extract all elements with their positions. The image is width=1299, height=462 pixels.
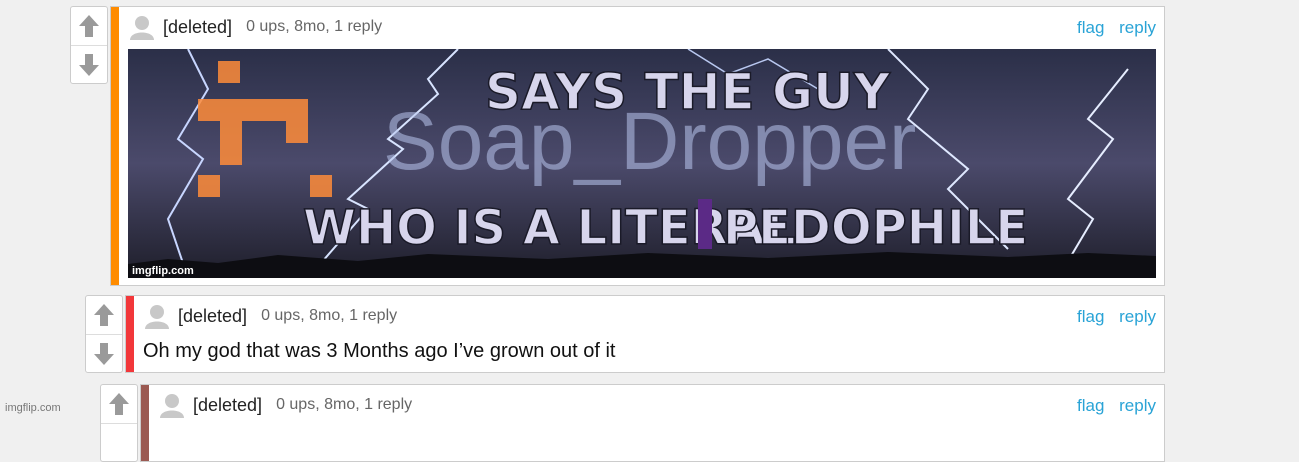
comment-actions: flag reply: [1067, 307, 1156, 327]
purple-figure: [698, 199, 712, 249]
thread-bar: [126, 296, 134, 372]
comment-card: [deleted] 0 ups, 8mo, 1 reply flag reply: [110, 6, 1165, 286]
downvote-button[interactable]: [71, 46, 107, 84]
comment-text: Oh my god that was 3 Months ago I’ve gro…: [143, 340, 616, 362]
arrow-up-icon: [109, 393, 129, 415]
comment-header: [deleted] 0 ups, 8mo, 1 reply: [144, 303, 397, 329]
imgflip-watermark: imgflip.com: [5, 402, 61, 414]
meme-image[interactable]: Soap_Dropper SAYS THE GUY WHO IS A LITER…: [128, 49, 1156, 278]
reply-link[interactable]: reply: [1119, 18, 1156, 37]
thread-bar: [111, 7, 119, 285]
upvote-button[interactable]: [86, 296, 122, 335]
avatar-icon: [145, 305, 169, 329]
comment-actions: flag reply: [1067, 18, 1156, 38]
arrow-up-icon: [79, 15, 99, 37]
meme-line-1: SAYS THE GUY: [485, 63, 891, 121]
comment-card: [deleted] 0 ups, 8mo, 1 reply flag reply…: [125, 295, 1165, 373]
username[interactable]: [deleted]: [163, 17, 232, 38]
vote-controls: [85, 295, 123, 373]
upvote-button[interactable]: [101, 385, 137, 424]
username[interactable]: [deleted]: [193, 395, 262, 416]
arrow-down-icon: [79, 54, 99, 76]
vote-controls: [100, 384, 138, 462]
downvote-button[interactable]: [86, 335, 122, 373]
reply-link[interactable]: reply: [1119, 396, 1156, 415]
avatar-icon: [160, 394, 184, 418]
comment-card: [deleted] 0 ups, 8mo, 1 reply flag reply: [140, 384, 1165, 462]
upvote-button[interactable]: [71, 7, 107, 46]
comment-meta: 0 ups, 8mo, 1 reply: [276, 396, 413, 413]
flag-link[interactable]: flag: [1077, 307, 1104, 326]
username[interactable]: [deleted]: [178, 306, 247, 327]
arrow-up-icon: [94, 304, 114, 326]
meme-line-2: WHO IS A LITERAL: [303, 200, 795, 256]
comment-meta: 0 ups, 8mo, 1 reply: [246, 18, 383, 35]
arrow-down-icon: [94, 343, 114, 365]
flag-link[interactable]: flag: [1077, 18, 1104, 37]
imgflip-credit: imgflip.com: [132, 265, 194, 277]
meme-line-2-end: PEDOPHILE: [723, 200, 1028, 256]
comment-header: [deleted] 0 ups, 8mo, 1 reply: [129, 14, 382, 40]
reply-link[interactable]: reply: [1119, 307, 1156, 326]
vote-controls: [70, 6, 108, 84]
comment-actions: flag reply: [1067, 396, 1156, 416]
thread-bar: [141, 385, 149, 461]
avatar-icon: [130, 16, 154, 40]
flag-link[interactable]: flag: [1077, 396, 1104, 415]
comment-header: [deleted] 0 ups, 8mo, 1 reply: [159, 392, 412, 418]
comment-meta: 0 ups, 8mo, 1 reply: [261, 307, 398, 324]
